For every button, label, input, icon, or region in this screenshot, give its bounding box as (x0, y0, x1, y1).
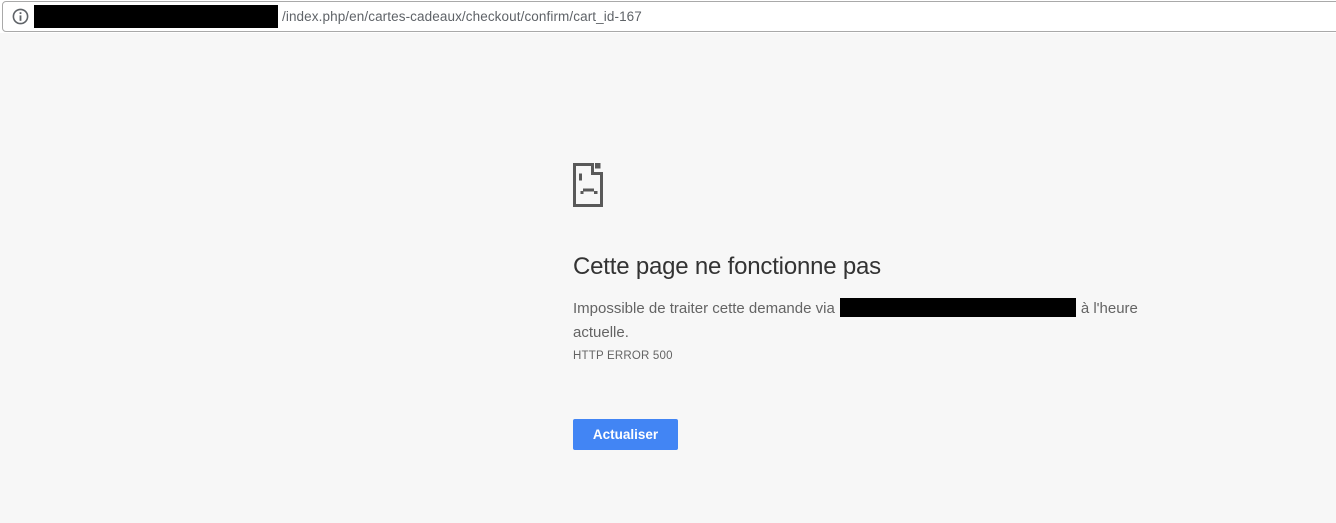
error-page: Cette page ne fonctionne pas Impossible … (573, 163, 1163, 450)
redacted-domain (34, 5, 278, 28)
error-code: HTTP ERROR 500 (573, 350, 673, 362)
address-bar[interactable]: /index.php/en/cartes-cadeaux/checkout/co… (2, 1, 1336, 32)
redacted-site-name (839, 298, 1076, 317)
browser-chrome: /index.php/en/cartes-cadeaux/checkout/co… (0, 0, 1336, 33)
url-path: /index.php/en/cartes-cadeaux/checkout/co… (282, 9, 642, 24)
info-icon[interactable] (12, 8, 29, 25)
error-message-prefix: Impossible de traiter cette demande via (573, 300, 835, 317)
sad-page-icon (573, 163, 603, 207)
error-title: Cette page ne fonctionne pas (573, 253, 881, 280)
error-message: Impossible de traiter cette demande via à… (573, 297, 1163, 345)
reload-button[interactable]: Actualiser (573, 419, 678, 450)
